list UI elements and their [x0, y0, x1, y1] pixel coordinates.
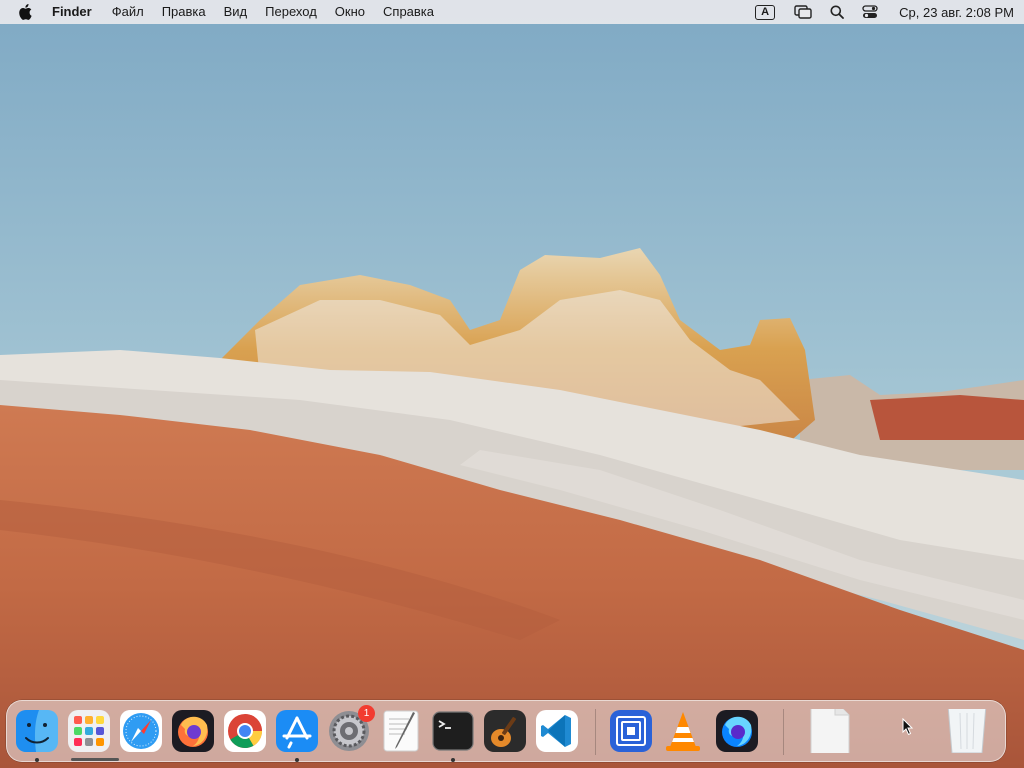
menu-file[interactable]: Файл — [103, 0, 153, 24]
menu-help[interactable]: Справка — [374, 0, 443, 24]
trash-icon — [947, 709, 987, 753]
control-center-icon[interactable] — [862, 0, 878, 24]
dock-separator — [783, 709, 784, 755]
menu-bar: Finder Файл Правка Вид Переход Окно Спра… — [0, 0, 1024, 24]
dock-item-finder[interactable] — [15, 709, 59, 753]
menu-go[interactable]: Переход — [256, 0, 326, 24]
running-indicator — [451, 758, 455, 762]
dock-item-trash[interactable] — [945, 709, 989, 753]
dock-item-textedit[interactable] — [379, 709, 423, 753]
menu-view[interactable]: Вид — [215, 0, 257, 24]
dock-item-document[interactable] — [807, 709, 851, 753]
dock-item-vscode[interactable] — [535, 709, 579, 753]
terminal-icon — [432, 711, 474, 751]
dock-item-safari[interactable] — [119, 709, 163, 753]
vlc-cone-icon — [666, 712, 700, 751]
vscode-icon — [536, 710, 578, 752]
dock-item-launchpad[interactable] — [67, 709, 111, 753]
dock-separator — [595, 709, 596, 755]
launch-progress-indicator — [71, 758, 119, 761]
chrome-icon — [224, 710, 266, 752]
menu-bar-clock[interactable]: Ср, 23 авг. 2:08 PM — [899, 5, 1014, 20]
running-indicator — [35, 758, 39, 762]
menu-edit[interactable]: Правка — [153, 0, 215, 24]
apple-logo-icon[interactable] — [18, 4, 32, 20]
textedit-icon — [383, 710, 419, 752]
dock-item-screen-sharing[interactable] — [609, 709, 653, 753]
desktop-wallpaper — [0, 0, 1024, 768]
menu-window[interactable]: Окно — [326, 0, 374, 24]
dock-item-terminal[interactable] — [431, 709, 475, 753]
spotlight-search-icon[interactable] — [830, 0, 845, 24]
screen-mirroring-icon[interactable] — [794, 0, 812, 24]
app-store-icon — [276, 710, 318, 752]
input-source-indicator[interactable]: A — [755, 4, 776, 20]
running-indicator — [295, 758, 299, 762]
dock-item-firefox[interactable] — [171, 709, 215, 753]
notification-badge: 1 — [358, 705, 375, 722]
screen-sharing-icon — [610, 710, 652, 752]
dock-item-garageband[interactable] — [483, 709, 527, 753]
dock-item-app-store[interactable] — [275, 709, 319, 753]
finder-icon — [16, 710, 58, 752]
firefox-icon — [172, 710, 214, 752]
launchpad-icon — [68, 710, 110, 752]
dock-item-firefox-dev[interactable] — [715, 709, 759, 753]
garageband-icon — [484, 710, 526, 752]
dock-item-system-settings[interactable]: 1 — [327, 705, 375, 753]
dock: 1 — [6, 700, 1006, 762]
mouse-cursor-icon — [902, 718, 914, 736]
dock-item-chrome[interactable] — [223, 709, 267, 753]
dock-item-vlc[interactable] — [661, 709, 705, 753]
document-icon — [810, 709, 850, 753]
firefox-dev-icon — [716, 710, 758, 752]
menu-app-finder[interactable]: Finder — [52, 0, 101, 24]
safari-icon — [120, 710, 162, 752]
